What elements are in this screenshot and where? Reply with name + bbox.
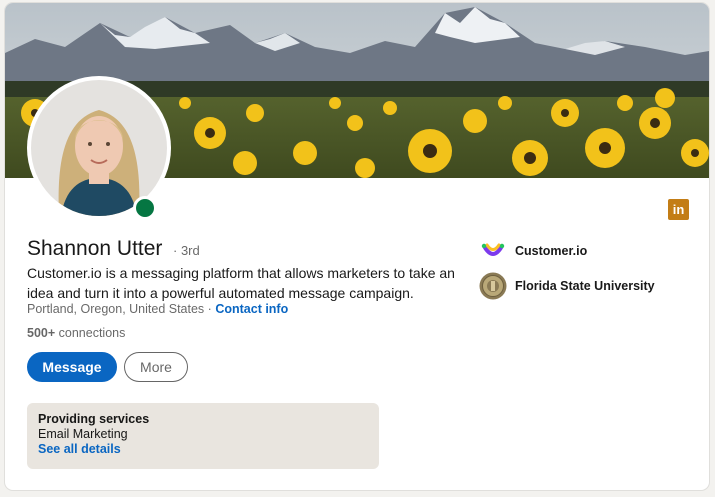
see-all-details-link[interactable]: See all details <box>38 442 368 457</box>
services-item: Email Marketing <box>38 427 128 441</box>
profile-name: Shannon Utter <box>27 237 163 260</box>
org-current-company[interactable]: Customer.io <box>479 237 587 265</box>
profile-card: in Shannon Utter · 3rd Customer.io is a … <box>5 3 709 490</box>
services-title: Providing services <box>38 412 150 426</box>
location-row: Portland, Oregon, United States · Contac… <box>27 302 288 316</box>
contact-info-link[interactable]: Contact info <box>215 302 288 316</box>
org-education[interactable]: Florida State University <box>479 272 655 300</box>
org-name: Customer.io <box>515 244 588 258</box>
profile-location: Portland, Oregon, United States <box>27 302 205 316</box>
more-button[interactable]: More <box>124 352 188 382</box>
separator-dot: · <box>207 302 212 316</box>
message-button[interactable]: Message <box>27 352 117 382</box>
profile-headline: Customer.io is a messaging platform that… <box>27 265 455 301</box>
fsu-seal-icon <box>479 272 507 300</box>
customer-io-logo-icon <box>479 237 507 265</box>
linkedin-premium-icon[interactable]: in <box>668 199 689 220</box>
services-card[interactable]: Providing services Email Marketing See a… <box>27 403 379 469</box>
connection-degree: · 3rd <box>173 243 200 258</box>
connections-label: connections <box>58 326 126 340</box>
online-status-indicator <box>133 196 157 220</box>
connections-number: 500+ <box>27 326 56 340</box>
connections-count[interactable]: 500+ connections <box>27 326 125 340</box>
org-name: Florida State University <box>515 279 655 293</box>
